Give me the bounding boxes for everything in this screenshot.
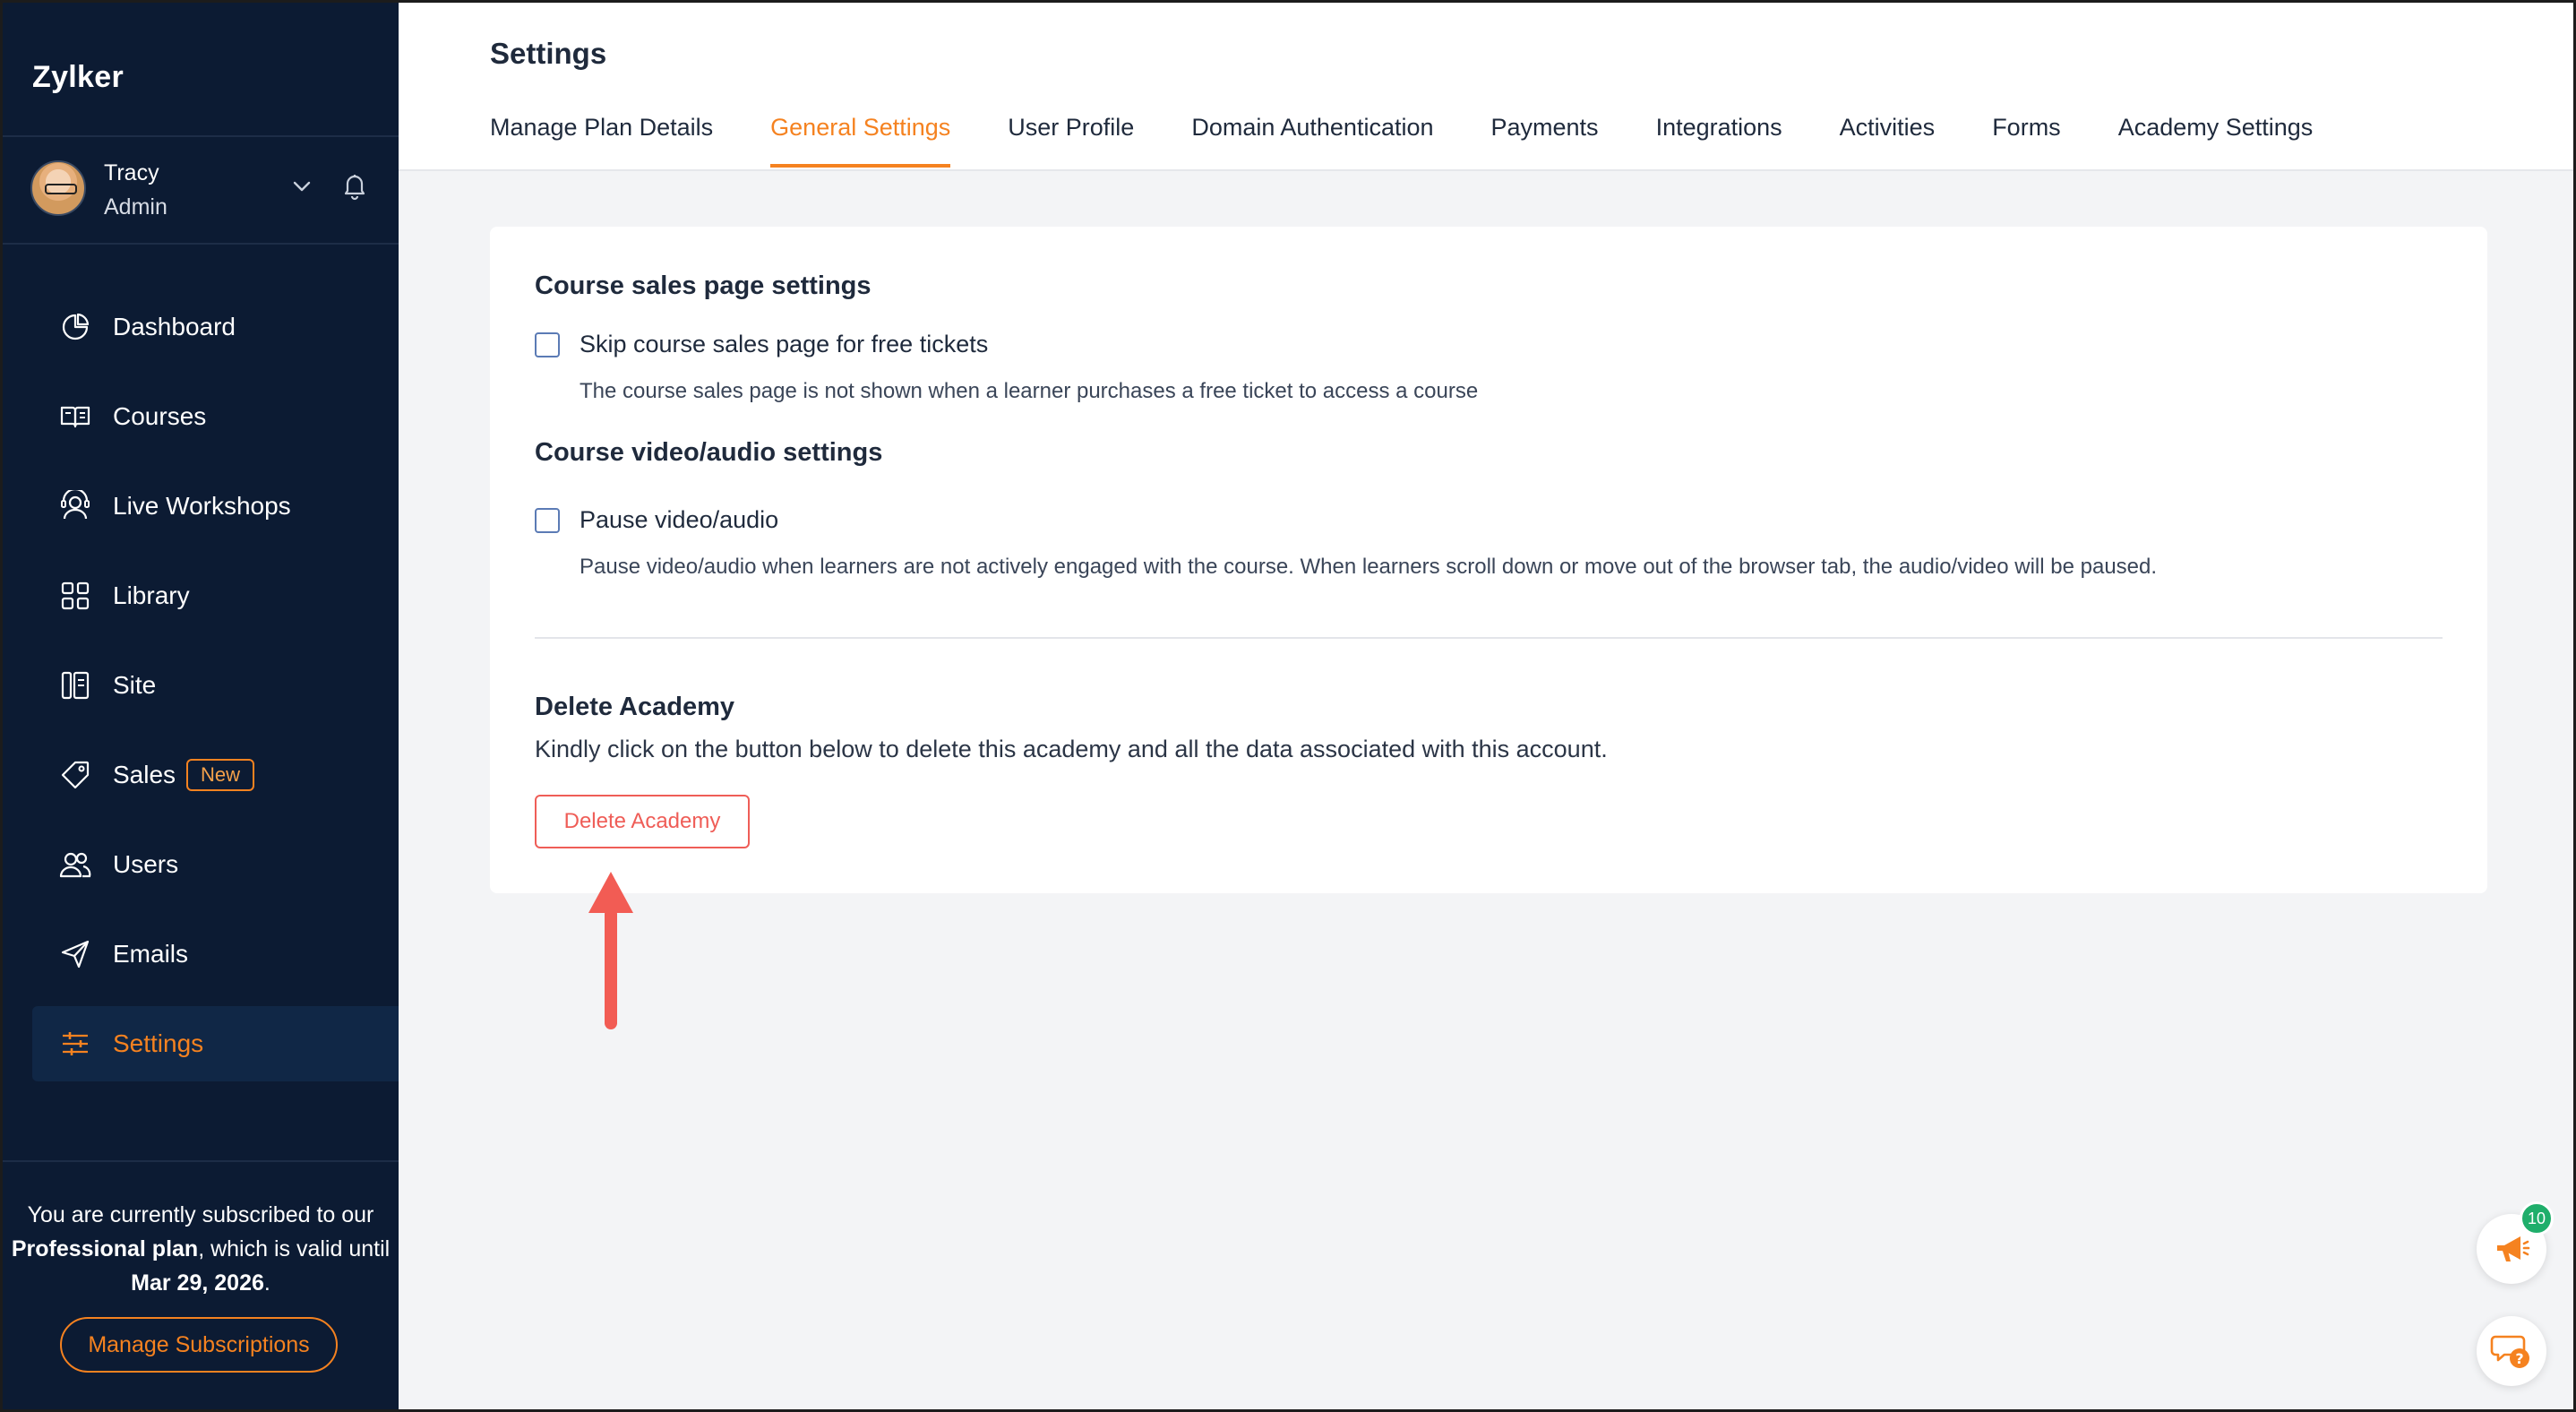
tab-general-settings[interactable]: General Settings (770, 114, 951, 171)
sidebar-item-label: Emails (113, 940, 189, 968)
section-divider (535, 637, 2443, 639)
sidebar-item-courses[interactable]: Courses (32, 379, 399, 454)
page-header: Settings Manage Plan Details General Set… (399, 3, 2573, 171)
avatar (30, 160, 86, 216)
announcements-count-badge: 10 (2520, 1201, 2554, 1236)
sidebar-divider (3, 243, 399, 245)
subscription-info: You are currently subscribed to our Prof… (3, 1198, 399, 1300)
tab-academy-settings[interactable]: Academy Settings (2118, 114, 2314, 171)
section-title-video-audio: Course video/audio settings (535, 438, 883, 467)
library-icon (61, 581, 90, 610)
sidebar-item-label: Users (113, 850, 179, 878)
section-title-sales-page: Course sales page settings (535, 271, 872, 300)
pause-video-label[interactable]: Pause video/audio (580, 506, 778, 534)
courses-icon (60, 406, 90, 428)
skip-sales-page-label[interactable]: Skip course sales page for free tickets (580, 331, 988, 358)
sidebar-item-label: Settings (113, 1029, 204, 1057)
expiry-date: Mar 29, 2026 (131, 1270, 264, 1296)
sidebar-item-label: Sales (113, 761, 176, 788)
tab-activities[interactable]: Activities (1840, 114, 1936, 171)
sidebar-item-label: Dashboard (113, 313, 236, 340)
user-menu[interactable]: Tracy Admin (30, 160, 380, 220)
tab-integrations[interactable]: Integrations (1656, 114, 1782, 171)
section-title-delete-academy: Delete Academy (535, 693, 734, 721)
settings-tabs: Manage Plan Details General Settings Use… (490, 114, 2370, 171)
help-chat-icon: ? (2490, 1335, 2529, 1368)
live-workshops-icon (61, 490, 90, 520)
sidebar-item-site[interactable]: Site (32, 648, 399, 723)
plan-name: Professional plan (11, 1236, 199, 1261)
annotation-arrow-icon (588, 872, 633, 1029)
settings-icon (63, 1032, 88, 1055)
tag-icon (61, 761, 90, 789)
sidebar-item-emails[interactable]: Emails (32, 917, 399, 992)
sidebar-item-label: Live Workshops (113, 492, 291, 520)
manage-subscriptions-button[interactable]: Manage Subscriptions (60, 1317, 338, 1373)
general-settings-card: Course sales page settings Skip course s… (490, 227, 2487, 893)
delete-academy-button[interactable]: Delete Academy (535, 795, 750, 848)
sidebar-item-settings[interactable]: Settings (32, 1006, 399, 1081)
sidebar-item-dashboard[interactable]: Dashboard (32, 289, 399, 365)
svg-text:?: ? (2515, 1350, 2523, 1367)
users-icon (59, 852, 91, 878)
skip-sales-page-help: The course sales page is not shown when … (580, 379, 1479, 403)
megaphone-icon (2497, 1236, 2530, 1261)
subscription-text: , which is valid until (198, 1236, 391, 1261)
delete-academy-description: Kindly click on the button below to dele… (535, 736, 1608, 762)
tab-domain-authentication[interactable]: Domain Authentication (1191, 114, 1433, 171)
send-icon (61, 940, 90, 969)
brand-logo[interactable]: Zylker (32, 60, 124, 95)
sidebar: Zylker Tracy Admin Dashboard Courses Liv… (3, 3, 399, 1409)
sidebar-item-label: Library (113, 581, 190, 609)
sidebar-item-label: Courses (113, 402, 207, 430)
sidebar-item-live-workshops[interactable]: Live Workshops (32, 469, 399, 544)
sidebar-divider (3, 135, 399, 137)
tab-manage-plan-details[interactable]: Manage Plan Details (490, 114, 713, 171)
tab-payments[interactable]: Payments (1491, 114, 1599, 171)
tab-forms[interactable]: Forms (1992, 114, 2061, 171)
user-name: Tracy (104, 160, 159, 185)
subscription-text: You are currently subscribed to our (27, 1202, 374, 1227)
sidebar-nav: Dashboard Courses Live Workshops Library… (32, 289, 399, 1096)
site-icon (61, 671, 90, 700)
subscription-text: . (263, 1270, 270, 1296)
tab-user-profile[interactable]: User Profile (1008, 114, 1134, 171)
new-badge: New (186, 759, 255, 791)
user-role: Admin (104, 194, 167, 220)
sidebar-item-library[interactable]: Library (32, 558, 399, 633)
skip-sales-page-checkbox[interactable] (535, 332, 560, 357)
sidebar-divider (3, 1160, 399, 1162)
sidebar-item-sales[interactable]: Sales New (32, 737, 399, 813)
app-window: Zylker Tracy Admin Dashboard Courses Liv… (0, 0, 2576, 1412)
chevron-down-icon[interactable] (288, 173, 315, 200)
dashboard-icon (62, 313, 90, 340)
bell-icon[interactable] (339, 169, 371, 202)
sidebar-item-users[interactable]: Users (32, 827, 399, 902)
pause-video-help: Pause video/audio when learners are not … (580, 555, 2158, 579)
help-chat-button[interactable]: ? (2477, 1316, 2546, 1386)
pause-video-checkbox[interactable] (535, 508, 560, 533)
sidebar-item-label: Site (113, 671, 157, 699)
page-title: Settings (490, 37, 607, 70)
